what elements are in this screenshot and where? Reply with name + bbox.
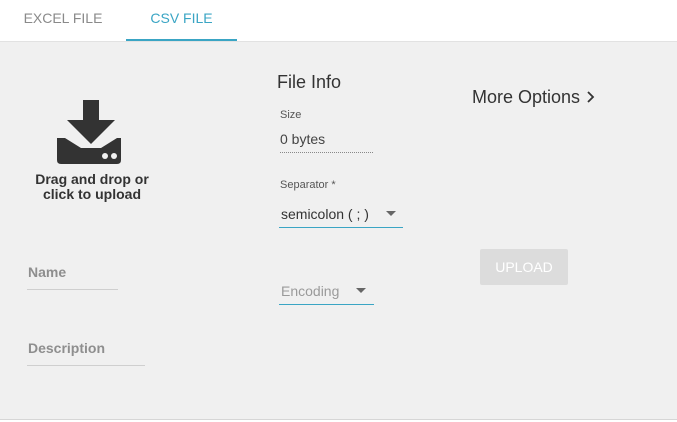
tab-csv-file[interactable]: CSV FILE [126, 0, 237, 41]
encoding-placeholder: Encoding [281, 283, 340, 299]
caret-down-icon [356, 288, 366, 293]
description-field-label: Description [28, 340, 106, 356]
csv-upload-panel: Drag and drop or click to upload Name De… [0, 42, 677, 419]
more-options-label: More Options [472, 87, 581, 107]
separator-value: semicolon ( ; ) [281, 206, 369, 222]
description-field[interactable] [27, 365, 145, 366]
chevron-right-icon [587, 91, 595, 103]
drop-zone-text: Drag and drop or click to upload [35, 171, 149, 202]
tab-bar: EXCEL FILE CSV FILE [0, 0, 677, 42]
tab-excel-file[interactable]: EXCEL FILE [0, 0, 126, 41]
name-field[interactable] [27, 289, 118, 290]
caret-down-icon [386, 211, 396, 216]
separator-select[interactable]: semicolon ( ; ) [279, 202, 403, 228]
file-drop-zone[interactable]: Drag and drop or click to upload [30, 96, 154, 221]
size-value: 0 bytes [280, 131, 326, 147]
download-icon [57, 100, 121, 164]
name-field-label: Name [28, 264, 67, 280]
encoding-select[interactable]: Encoding [279, 278, 374, 305]
upload-button[interactable]: UPLOAD [480, 249, 568, 285]
file-info-title: File Info [277, 72, 342, 92]
separator-label: Separator * [280, 179, 336, 191]
size-label: Size [280, 109, 302, 121]
size-underline [280, 152, 373, 153]
more-options-link[interactable]: More Options [472, 87, 596, 108]
